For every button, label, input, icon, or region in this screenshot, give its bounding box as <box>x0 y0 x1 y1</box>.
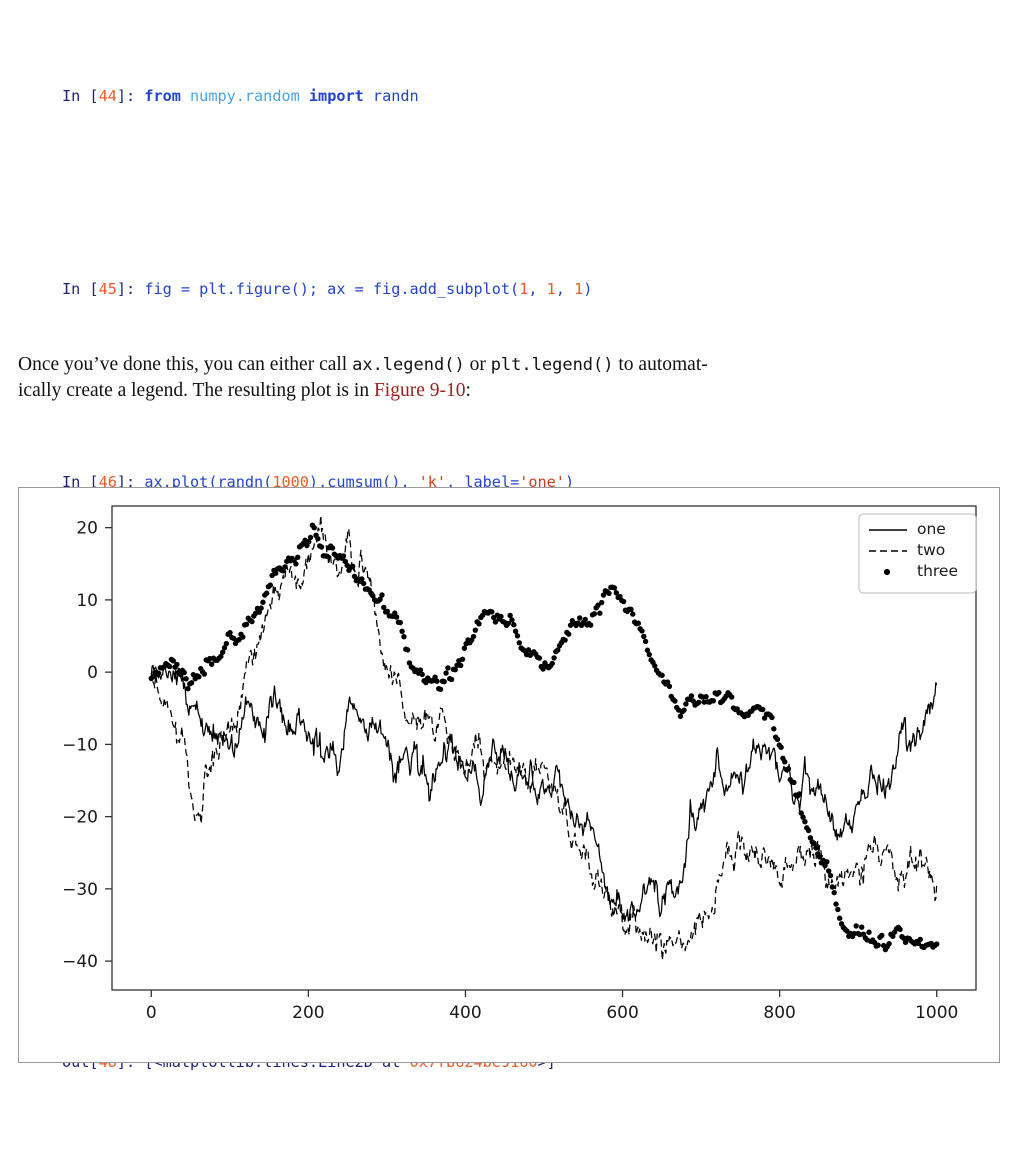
matplotlib-figure: 0 200 400 600 800 1000 20 10 0 −10 −20 −30 −40 one two… <box>19 488 999 1062</box>
x-tick-label: 0 <box>146 1003 157 1023</box>
inline-code-ax-legend: ax.legend() <box>352 355 465 375</box>
y-tick-label: −30 <box>62 880 98 900</box>
x-tick-label: 200 <box>292 1003 324 1023</box>
prompt-number-45: 45 <box>98 280 117 298</box>
arg-2: 1 <box>546 280 556 298</box>
legend-label-three: three <box>917 562 958 580</box>
kw-from: from <box>144 87 191 105</box>
x-tick-label: 800 <box>763 1003 795 1023</box>
x-tick-label: 600 <box>606 1003 638 1023</box>
legend-label-one: one <box>917 520 946 538</box>
inline-code-plt-legend: plt.legend() <box>490 355 614 375</box>
prose-text-3: to automat- <box>613 354 708 375</box>
y-tick-label: −20 <box>62 808 98 828</box>
arg-1: 1 <box>519 280 529 298</box>
prompt-in-44: In [ <box>62 87 99 105</box>
prompt-number-44: 44 <box>98 87 117 105</box>
y-tick-label: −10 <box>62 735 98 755</box>
console-input-line: In [44]: from numpy.random import randn <box>62 87 419 105</box>
x-tick-label: 1000 <box>915 1003 958 1023</box>
figure-9-10: 0 200 400 600 800 1000 20 10 0 −10 −20 −30 −40 one two… <box>18 487 1000 1063</box>
console-input-line: In [45]: fig = plt.figure(); ax = fig.ad… <box>62 280 593 298</box>
plot-canvas: 0 200 400 600 800 1000 20 10 0 −10 −20 −30 −40 one two… <box>62 505 977 1023</box>
module-numpy-random: numpy.random <box>190 87 309 105</box>
series-three-markers <box>148 522 940 953</box>
ident-randn: randn <box>372 87 419 105</box>
prose-text-1: Once you’ve done this, you can either ca… <box>18 354 353 375</box>
console-cell: In [45]: fig = plt.figure(); ax = fig.ad… <box>62 236 1002 344</box>
kw-import: import <box>308 87 373 105</box>
arg-3: 1 <box>574 280 584 298</box>
body-paragraph: Once you’ve done this, you can either ca… <box>18 352 1003 404</box>
code-figure-call: fig = plt.figure(); ax = fig.add_subplot… <box>144 280 520 298</box>
series-two-line <box>150 514 938 961</box>
axes-frame <box>111 505 977 991</box>
console-cell: In [44]: from numpy.random import randn <box>62 43 1002 151</box>
prose-text-4: ically create a legend. The resulting pl… <box>18 380 374 401</box>
y-tick-label: 10 <box>76 591 98 611</box>
figure-cross-reference[interactable]: Figure 9-10 <box>374 380 466 401</box>
legend-label-two: two <box>917 541 945 559</box>
y-tick-label: 20 <box>76 519 98 539</box>
y-tick-label: −40 <box>62 952 98 972</box>
x-tick-label: 400 <box>449 1003 481 1023</box>
y-tick-label: 0 <box>87 663 98 683</box>
legend-marker-three <box>883 568 891 576</box>
prose-text-2: or <box>464 354 491 375</box>
prose-text-5: : <box>465 380 471 401</box>
series-one-line <box>150 661 938 922</box>
